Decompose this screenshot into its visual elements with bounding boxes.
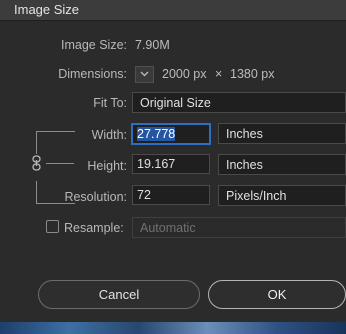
fit-to-label: Fit To: [93, 96, 127, 110]
ok-button[interactable]: OK [208, 280, 346, 309]
dimensions-label: Dimensions: [58, 67, 127, 81]
height-label: Height: [87, 159, 127, 173]
dimensions-units-dropdown[interactable] [135, 66, 154, 83]
height-unit-select[interactable]: Inches [218, 154, 346, 175]
width-input[interactable]: 27.778 [132, 124, 210, 144]
width-label: Width: [91, 128, 127, 142]
fit-to-select[interactable]: Original Size [132, 92, 346, 113]
background-image-strip [0, 322, 346, 334]
width-unit-select[interactable]: Inches [218, 123, 346, 144]
dimensions-separator: × [215, 67, 223, 81]
image-size-value: 7.90M [135, 38, 170, 52]
image-size-dialog: Image Size: 7.90M Dimensions: 2000 px × … [0, 21, 346, 321]
resample-checkbox[interactable] [46, 220, 59, 233]
resample-method-select: Automatic [132, 217, 346, 238]
resolution-label: Resolution: [64, 190, 127, 204]
window-title: Image Size [14, 2, 80, 17]
resample-label: Resample: [64, 221, 124, 235]
resolution-unit-select[interactable]: Pixels/Inch [218, 185, 346, 206]
resolution-input[interactable]: 72 [132, 185, 210, 205]
dimensions-width-value: 2000 px [162, 67, 207, 81]
chevron-down-icon [140, 71, 149, 77]
height-input[interactable]: 19.167 [132, 154, 210, 174]
width-value: 27.778 [137, 127, 176, 141]
image-size-label: Image Size: [60, 38, 127, 52]
cancel-button[interactable]: Cancel [38, 280, 200, 309]
title-bar: Image Size [0, 0, 346, 21]
dimensions-height-value: 1380 px [230, 67, 275, 81]
